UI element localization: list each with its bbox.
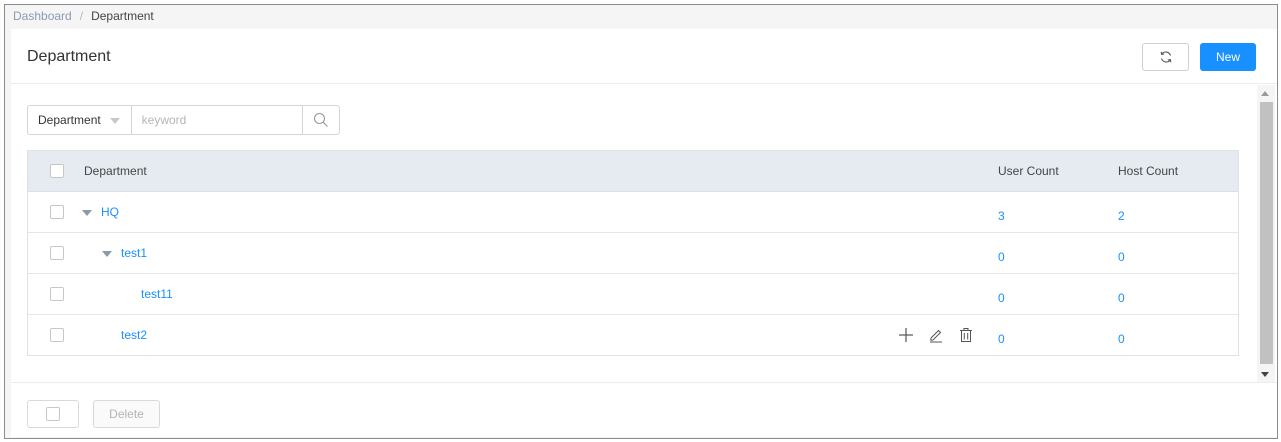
row-checkbox[interactable] bbox=[50, 328, 64, 342]
content-area: Department Department User Count Host Co bbox=[11, 85, 1257, 382]
breadcrumb-current: Department bbox=[91, 9, 154, 23]
chevron-down-icon bbox=[110, 118, 120, 124]
search-input[interactable] bbox=[131, 106, 303, 134]
department-table: Department User Count Host Count HQ 3 2 … bbox=[27, 150, 1239, 356]
breadcrumb-dashboard[interactable]: Dashboard bbox=[13, 9, 72, 23]
table-header: Department User Count Host Count bbox=[28, 151, 1238, 192]
edit-button[interactable] bbox=[926, 325, 946, 345]
user-count[interactable]: 0 bbox=[998, 332, 1005, 346]
scrollbar-thumb[interactable] bbox=[1260, 102, 1273, 364]
user-count[interactable]: 0 bbox=[998, 250, 1005, 264]
edit-icon bbox=[930, 329, 942, 343]
refresh-button[interactable] bbox=[1142, 43, 1189, 71]
column-header-department: Department bbox=[84, 164, 147, 178]
breadcrumb-separator: / bbox=[79, 9, 84, 23]
search-icon bbox=[313, 112, 328, 127]
table-row[interactable]: test2 0 0 bbox=[28, 315, 1238, 356]
row-checkbox[interactable] bbox=[50, 246, 64, 260]
add-child-button[interactable] bbox=[896, 325, 916, 345]
card-header: Department New bbox=[11, 29, 1277, 84]
host-count[interactable]: 0 bbox=[1118, 291, 1125, 305]
department-name[interactable]: test11 bbox=[141, 287, 173, 301]
refresh-icon bbox=[1160, 51, 1171, 63]
delete-button[interactable]: Delete bbox=[93, 400, 160, 428]
expand-caret-icon[interactable] bbox=[102, 251, 112, 257]
user-count[interactable]: 0 bbox=[998, 291, 1005, 305]
delete-row-button[interactable] bbox=[956, 325, 976, 345]
expand-caret-icon[interactable] bbox=[82, 210, 92, 216]
app-frame: Dashboard / Department Department New Depa… bbox=[4, 4, 1278, 439]
host-count[interactable]: 0 bbox=[1118, 250, 1125, 264]
search-field-value: Department bbox=[38, 113, 101, 127]
bulk-select-button[interactable] bbox=[27, 400, 79, 428]
column-header-user-count: User Count bbox=[998, 164, 1059, 178]
card-footer: Delete bbox=[11, 382, 1277, 437]
host-count[interactable]: 0 bbox=[1118, 332, 1125, 346]
new-button[interactable]: New bbox=[1200, 43, 1256, 71]
add-icon bbox=[899, 328, 913, 342]
delete-icon bbox=[960, 328, 972, 342]
page-title: Department bbox=[27, 48, 111, 65]
scroll-down-arrow-icon[interactable] bbox=[1261, 372, 1269, 377]
department-name[interactable]: HQ bbox=[101, 205, 119, 219]
column-header-host-count: Host Count bbox=[1118, 164, 1179, 178]
breadcrumb: Dashboard / Department bbox=[13, 7, 154, 25]
scroll-up-arrow-icon[interactable] bbox=[1261, 91, 1269, 96]
table-row[interactable]: HQ 3 2 bbox=[28, 192, 1238, 233]
table-row[interactable]: test1 0 0 bbox=[28, 233, 1238, 274]
bulk-select-checkbox[interactable] bbox=[46, 407, 60, 421]
department-name[interactable]: test2 bbox=[121, 328, 147, 342]
vertical-scrollbar[interactable] bbox=[1257, 85, 1275, 382]
table-row[interactable]: test11 0 0 bbox=[28, 274, 1238, 315]
select-all-checkbox[interactable] bbox=[50, 164, 64, 178]
host-count[interactable]: 2 bbox=[1118, 209, 1125, 223]
search-button[interactable] bbox=[302, 106, 339, 134]
department-name[interactable]: test1 bbox=[121, 246, 147, 260]
search-bar: Department bbox=[27, 105, 340, 135]
department-card: Department New Department keyword Depart… bbox=[11, 29, 1277, 437]
row-checkbox[interactable] bbox=[50, 287, 64, 301]
row-checkbox[interactable] bbox=[50, 205, 64, 219]
user-count[interactable]: 3 bbox=[998, 209, 1005, 223]
search-field-select[interactable]: Department bbox=[28, 106, 132, 134]
